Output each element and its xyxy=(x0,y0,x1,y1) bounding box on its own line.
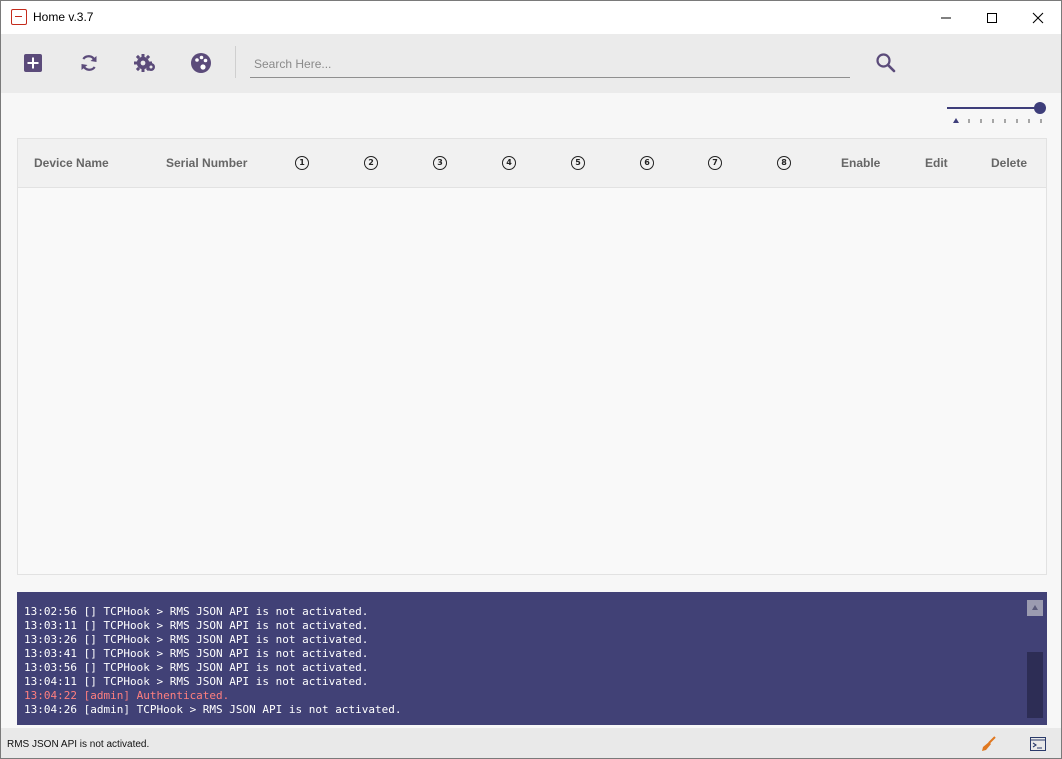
column-header-3[interactable]: 3 xyxy=(433,156,447,170)
column-header-serial-number[interactable]: Serial Number xyxy=(166,156,247,170)
column-header-device-name[interactable]: Device Name xyxy=(34,156,109,170)
column-header-7[interactable]: 7 xyxy=(708,156,722,170)
table-header: Device Name Serial Number 1 2 3 4 5 6 7 … xyxy=(18,139,1046,188)
column-header-delete[interactable]: Delete xyxy=(991,156,1027,170)
slider-thumb[interactable] xyxy=(1034,102,1046,114)
theme-button[interactable] xyxy=(188,50,214,76)
settings-button[interactable] xyxy=(132,50,158,76)
title-bar: Home v.3.7 xyxy=(1,1,1061,34)
column-header-6[interactable]: 6 xyxy=(640,156,654,170)
scroll-thumb[interactable] xyxy=(1027,652,1043,718)
maximize-icon xyxy=(987,12,997,23)
refresh-icon xyxy=(81,55,97,71)
terminal-icon xyxy=(1030,737,1046,751)
window-title: Home v.3.7 xyxy=(33,10,94,24)
console-line: 13:03:41 [] TCPHook > RMS JSON API is no… xyxy=(24,647,369,660)
toolbar-divider xyxy=(235,46,236,78)
clear-log-button[interactable] xyxy=(981,736,997,752)
refresh-button[interactable] xyxy=(76,50,102,76)
close-icon xyxy=(1032,12,1044,23)
arrow-up-icon xyxy=(1032,605,1038,610)
column-header-enable[interactable]: Enable xyxy=(841,156,880,170)
zoom-slider[interactable] xyxy=(945,99,1046,125)
minimize-button[interactable] xyxy=(923,1,969,34)
table-body xyxy=(18,188,1046,574)
column-header-4[interactable]: 4 xyxy=(502,156,516,170)
toolbar xyxy=(1,34,1061,93)
status-bar: RMS JSON API is not activated. xyxy=(1,728,1061,758)
broom-icon xyxy=(982,736,996,751)
slider-ticks xyxy=(953,118,1042,123)
minimize-icon xyxy=(941,17,951,18)
search-button[interactable] xyxy=(875,52,897,74)
search-input[interactable] xyxy=(250,51,850,78)
maximize-button[interactable] xyxy=(969,1,1015,34)
column-header-edit[interactable]: Edit xyxy=(925,156,948,170)
console-scrollbar[interactable] xyxy=(1026,592,1047,725)
device-table: Device Name Serial Number 1 2 3 4 5 6 7 … xyxy=(17,138,1047,575)
column-header-8[interactable]: 8 xyxy=(777,156,791,170)
console-line: 13:03:56 [] TCPHook > RMS JSON API is no… xyxy=(24,661,369,674)
close-button[interactable] xyxy=(1015,1,1061,34)
add-device-button[interactable] xyxy=(20,50,46,76)
scroll-up-button[interactable] xyxy=(1027,600,1043,616)
settings-icon xyxy=(134,54,155,72)
column-header-5[interactable]: 5 xyxy=(571,156,585,170)
palette-icon xyxy=(191,53,211,73)
add-icon xyxy=(24,54,42,72)
app-logo-icon xyxy=(11,9,27,25)
search-icon xyxy=(876,53,896,73)
slider-track xyxy=(947,107,1041,109)
console-line: 13:04:22 [admin] Authenticated. xyxy=(24,689,230,702)
column-header-2[interactable]: 2 xyxy=(364,156,378,170)
console-line: 13:03:11 [] TCPHook > RMS JSON API is no… xyxy=(24,619,369,632)
console-line: 13:04:11 [] TCPHook > RMS JSON API is no… xyxy=(24,675,369,688)
console-line: 13:02:56 [] TCPHook > RMS JSON API is no… xyxy=(24,605,369,618)
console-log: 13:02:56 [] TCPHook > RMS JSON API is no… xyxy=(17,592,1047,725)
app-window: Home v.3.7 Search Here... Device Name Se… xyxy=(0,0,1062,759)
column-header-1[interactable]: 1 xyxy=(295,156,309,170)
console-line: 13:03:26 [] TCPHook > RMS JSON API is no… xyxy=(24,633,369,646)
status-message: RMS JSON API is not activated. xyxy=(7,739,150,750)
console-line: 13:04:26 [admin] TCPHook > RMS JSON API … xyxy=(24,703,402,716)
terminal-button[interactable] xyxy=(1030,736,1046,752)
